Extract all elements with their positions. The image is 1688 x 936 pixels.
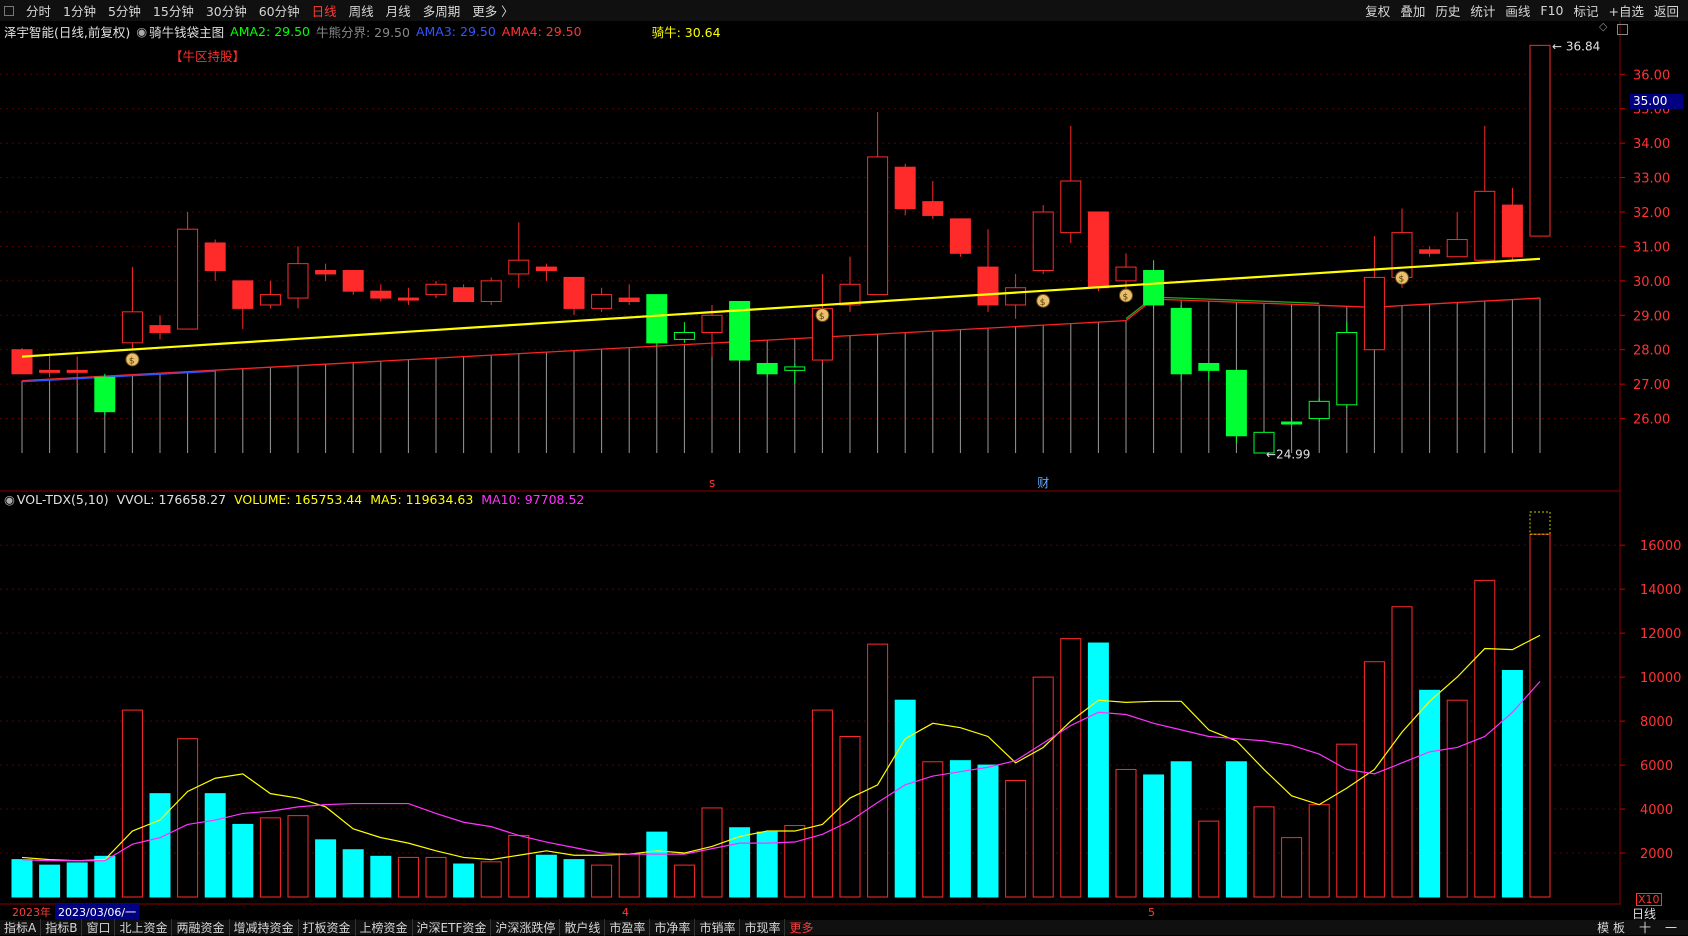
ama2-value: AMA2: 29.50 bbox=[230, 24, 310, 39]
bull-bear-line-value: 牛熊分界: 29.50 bbox=[316, 22, 410, 41]
tab-intraday[interactable]: 分时 bbox=[20, 1, 57, 20]
tab-more[interactable]: 更多 〉 bbox=[466, 1, 519, 20]
main-indicator-name[interactable]: 骑牛钱袋主图 bbox=[149, 22, 224, 41]
tab-monthly[interactable]: 月线 bbox=[380, 1, 417, 20]
stats-button[interactable]: 统计 bbox=[1465, 1, 1500, 20]
f10-button[interactable]: F10 bbox=[1535, 3, 1568, 18]
qiniu-value: 骑牛: 30.64 bbox=[652, 22, 721, 41]
chart-canvas: $$$$$ 26.0027.0028.0029.0030.0031.0032.0… bbox=[0, 0, 1688, 935]
toolbar-right: 复权 叠加 历史 统计 画线 F10 标记 +自选 返回 bbox=[1360, 0, 1684, 21]
vol-indicator-name[interactable]: VOL-TDX(5,10) bbox=[17, 492, 109, 507]
tab-daily[interactable]: 日线 bbox=[306, 1, 343, 20]
main-indicator-line: 泽宇智能(日线,前复权) ◉ 骑牛钱袋主图 AMA2: 29.50 牛熊分界: … bbox=[0, 22, 727, 40]
ma10-value: MA10: 97708.52 bbox=[481, 492, 584, 507]
history-button[interactable]: 历史 bbox=[1430, 1, 1465, 20]
draw-line-button[interactable]: 画线 bbox=[1500, 1, 1535, 20]
ama3-value: AMA3: 29.50 bbox=[416, 24, 496, 39]
tab-5min[interactable]: 5分钟 bbox=[102, 1, 147, 20]
tab-30min[interactable]: 30分钟 bbox=[200, 1, 253, 20]
overlay-button[interactable]: 叠加 bbox=[1395, 1, 1430, 20]
back-button[interactable]: 返回 bbox=[1649, 1, 1684, 20]
tab-60min[interactable]: 60分钟 bbox=[253, 1, 306, 20]
tab-15min[interactable]: 15分钟 bbox=[147, 1, 200, 20]
adjust-button[interactable]: 复权 bbox=[1360, 1, 1395, 20]
tab-1min[interactable]: 1分钟 bbox=[57, 1, 102, 20]
ama4-value: AMA4: 29.50 bbox=[502, 24, 582, 39]
top-toolbar: 分时 1分钟 5分钟 15分钟 30分钟 60分钟 日线 周线 月线 多周期 更… bbox=[0, 0, 1688, 21]
ma5-value: MA5: 119634.63 bbox=[370, 492, 473, 507]
volume-value: VOLUME: 165753.44 bbox=[234, 492, 362, 507]
add-watchlist-button[interactable]: +自选 bbox=[1604, 1, 1649, 20]
window-control-icon[interactable] bbox=[4, 6, 14, 16]
vvol-value: VVOL: 176658.27 bbox=[117, 492, 226, 507]
stock-title: 泽宇智能(日线,前复权) bbox=[4, 22, 130, 41]
mark-button[interactable]: 标记 bbox=[1568, 1, 1603, 20]
volume-indicator-line: ◉ VOL-TDX(5,10) VVOL: 176658.27 VOLUME: … bbox=[0, 490, 592, 508]
tab-weekly[interactable]: 周线 bbox=[343, 1, 380, 20]
indicator-settings-icon[interactable]: ◉ bbox=[136, 24, 147, 39]
volume-settings-icon[interactable]: ◉ bbox=[4, 492, 15, 507]
tab-multi-period[interactable]: 多周期 bbox=[417, 1, 467, 20]
